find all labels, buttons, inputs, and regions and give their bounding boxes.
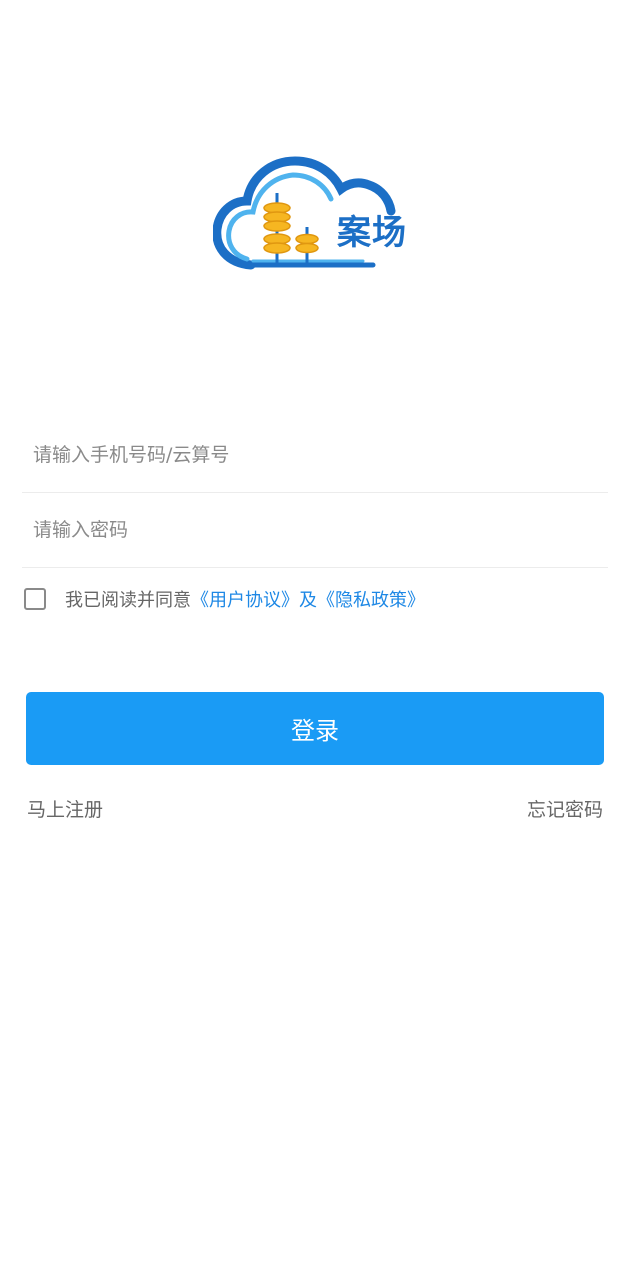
user-agreement-link[interactable]: 《用户协议》 — [191, 586, 299, 612]
register-link[interactable]: 马上注册 — [27, 796, 103, 824]
phone-input[interactable] — [33, 418, 593, 492]
login-button[interactable]: 登录 — [26, 692, 604, 765]
agreement-prefix: 我已阅读并同意 — [65, 590, 191, 611]
app-logo: 案场 — [213, 155, 418, 275]
agreement-checkbox[interactable] — [24, 588, 46, 610]
password-field — [22, 493, 608, 568]
logo-text: 案场 — [337, 213, 407, 253]
privacy-policy-link[interactable]: 《隐私政策》 — [317, 586, 425, 612]
agreement-conjunction: 及 — [299, 590, 317, 611]
forgot-password-link[interactable]: 忘记密码 — [527, 796, 603, 824]
password-input[interactable] — [33, 493, 593, 567]
phone-field — [22, 418, 608, 493]
agreement-row: 我已阅读并同意 《用户协议》 及 《隐私政策》 — [24, 586, 425, 612]
